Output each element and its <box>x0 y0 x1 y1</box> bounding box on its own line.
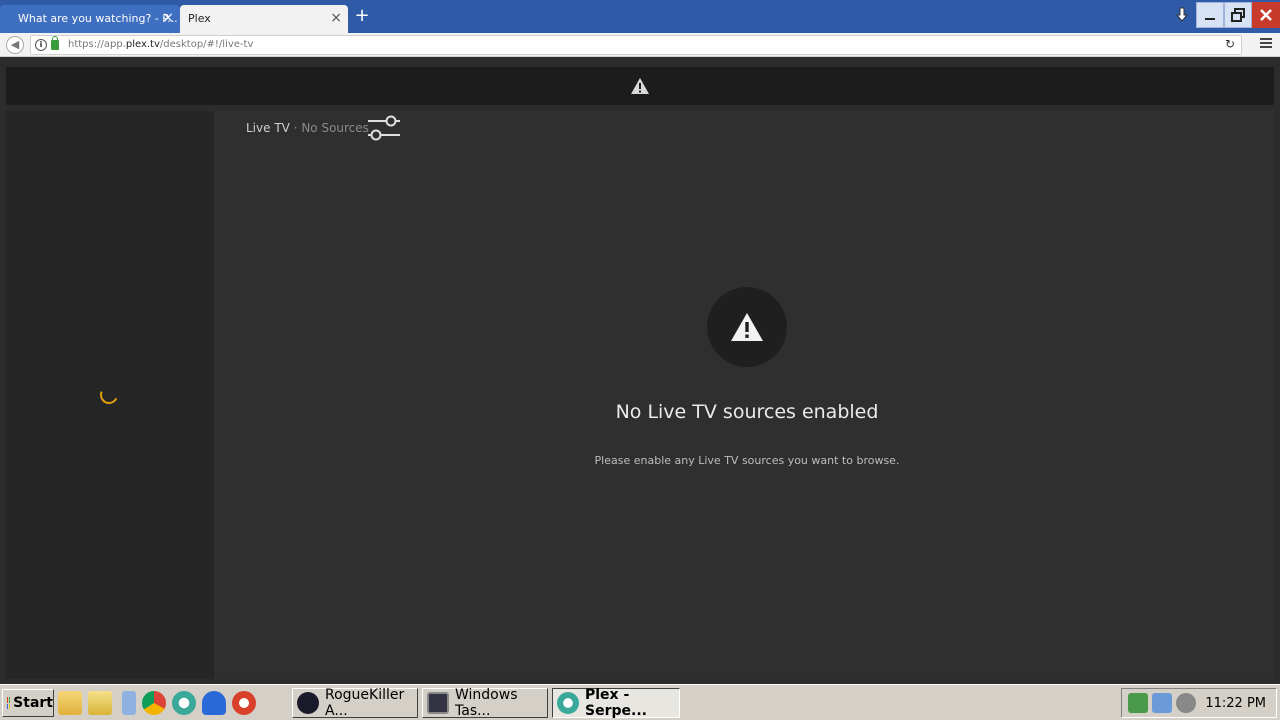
clock[interactable]: 11:22 PM <box>1205 696 1266 711</box>
calculator-icon[interactable] <box>122 691 136 715</box>
serpent-browser-icon[interactable] <box>172 691 196 715</box>
close-window-button[interactable] <box>1252 2 1280 28</box>
sidebar <box>6 111 214 679</box>
empty-state-description: Please enable any Live TV sources you wa… <box>594 454 900 467</box>
start-button[interactable]: Start <box>2 689 54 717</box>
task-label: RogueKiller A... <box>325 687 405 719</box>
tab-title: What are you watching? - P... <box>18 12 178 25</box>
restore-button[interactable] <box>1224 2 1252 28</box>
minimize-button[interactable] <box>1196 2 1224 28</box>
empty-state-title: No Live TV sources enabled <box>615 401 879 423</box>
volume-icon[interactable] <box>1176 693 1196 713</box>
page-title[interactable]: Live TV <box>246 121 290 135</box>
chrome-icon[interactable] <box>142 691 166 715</box>
breadcrumb: Live TV · No Sources <box>246 121 369 135</box>
info-icon[interactable]: i <box>35 39 47 51</box>
taskbar-item-task-manager[interactable]: Windows Tas... <box>422 687 548 719</box>
taskbar-item-plex[interactable]: Plex - Serpe... <box>552 687 680 719</box>
new-tab-icon[interactable]: + <box>354 6 370 26</box>
main-content: Live TV · No Sources No Live TV sources … <box>214 111 1274 679</box>
download-icon[interactable] <box>1168 2 1196 28</box>
system-tray: 11:22 PM <box>1121 688 1277 718</box>
task-manager-icon <box>427 692 449 714</box>
browser-tab-active[interactable]: Plex × <box>180 5 348 33</box>
breadcrumb-subtitle: No Sources <box>301 121 369 135</box>
close-tab-icon[interactable]: × <box>330 11 342 25</box>
window-controls <box>1168 0 1280 33</box>
close-tab-icon[interactable]: × <box>162 11 174 25</box>
folder-icon[interactable] <box>58 691 82 715</box>
warning-icon[interactable] <box>630 77 650 95</box>
lock-icon[interactable] <box>51 36 59 50</box>
menu-icon[interactable] <box>1260 38 1272 50</box>
taskbar: Start RogueKiller A... Windows Tas... Pl… <box>0 684 1280 720</box>
browser-tab[interactable]: What are you watching? - P... × <box>0 5 180 33</box>
windows-logo-icon <box>7 697 11 709</box>
loading-spinner-icon <box>97 383 121 407</box>
address-bar[interactable]: i https://app.plex.tv/desktop/#!/live-tv… <box>30 35 1242 55</box>
reload-icon[interactable]: ↻ <box>1225 37 1235 51</box>
url-text: https://app.plex.tv/desktop/#!/live-tv <box>68 39 254 50</box>
notepad-folder-icon[interactable] <box>88 691 112 715</box>
tab-title: Plex <box>188 12 211 25</box>
start-label: Start <box>13 695 53 711</box>
browser-toolbar: ◀ i https://app.plex.tv/desktop/#!/live-… <box>0 33 1280 57</box>
filter-sliders-icon[interactable] <box>366 113 402 143</box>
task-label: Windows Tas... <box>455 687 518 719</box>
network-icon[interactable] <box>1152 693 1172 713</box>
browser-tab-strip: What are you watching? - P... × Plex × + <box>0 0 1280 33</box>
taskbar-item-roguekiller[interactable]: RogueKiller A... <box>292 687 418 719</box>
back-arrow-icon[interactable]: ◀ <box>6 36 24 54</box>
breadcrumb-separator: · <box>289 121 302 135</box>
quick-launch <box>58 691 256 715</box>
ccleaner-icon[interactable] <box>232 691 256 715</box>
malwarebytes-icon[interactable] <box>202 691 226 715</box>
roguekiller-icon <box>297 692 319 714</box>
plex-app: Live TV · No Sources No Live TV sources … <box>0 58 1280 684</box>
browser-icon <box>557 692 579 714</box>
task-label: Plex - Serpe... <box>585 687 647 719</box>
network-security-icon[interactable] <box>1128 693 1148 713</box>
plex-top-bar <box>6 67 1274 105</box>
empty-state-warning-icon <box>707 287 787 367</box>
